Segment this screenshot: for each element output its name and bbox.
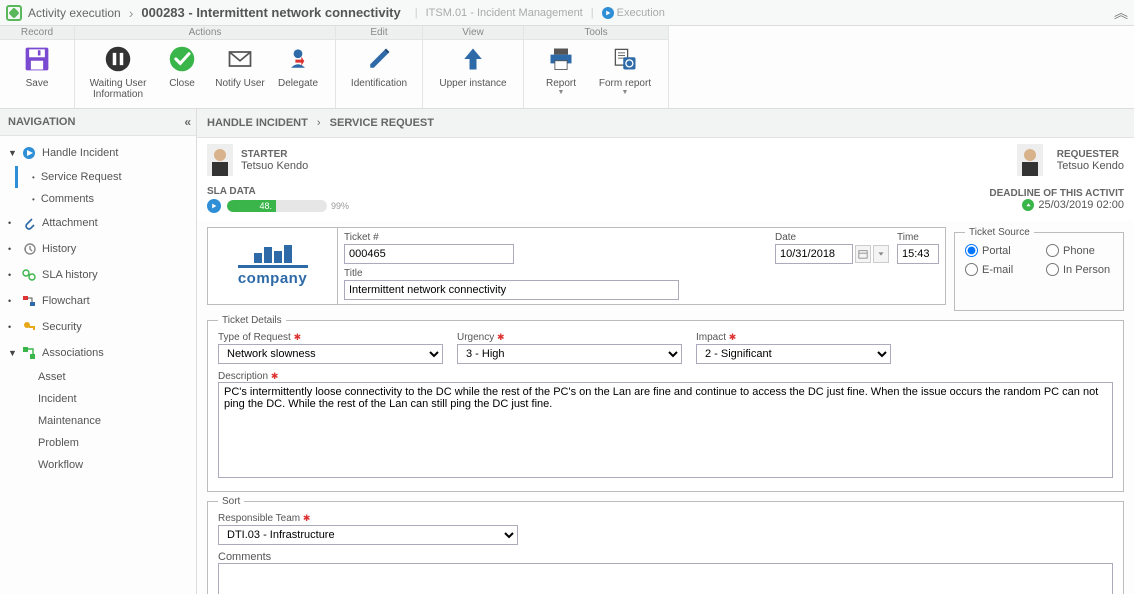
calendar-icon[interactable]: [855, 245, 871, 263]
nav-sla-history[interactable]: • SLA history: [0, 262, 196, 288]
requester-avatar: [1017, 144, 1043, 176]
group-tools: Tools: [524, 26, 668, 40]
urgency-select[interactable]: 3 - High: [457, 344, 682, 364]
nav-incident[interactable]: Incident: [26, 388, 196, 410]
source-email[interactable]: E-mail: [965, 263, 1032, 276]
flowchart-icon: [22, 294, 36, 308]
source-portal[interactable]: Portal: [965, 244, 1032, 257]
date-dropdown-icon[interactable]: [873, 245, 889, 263]
sla-pct-in: 48.: [259, 200, 272, 212]
associations-icon: [22, 346, 36, 360]
paperclip-icon: [22, 216, 36, 230]
check-circle-icon: [167, 44, 197, 74]
ticket-input[interactable]: [344, 244, 514, 264]
delegate-button[interactable]: Delegate: [269, 44, 327, 89]
pencil-icon: [364, 44, 394, 74]
collapse-double-up-icon[interactable]: ︽: [1114, 3, 1128, 23]
nav-service-request[interactable]: •Service Request: [15, 166, 196, 188]
arrow-up-icon: [458, 44, 488, 74]
group-actions: Actions: [75, 26, 335, 40]
report-button[interactable]: Report ▼: [532, 44, 590, 96]
ticket-details-group: Ticket Details Type of Request ✱ Network…: [207, 315, 1124, 492]
nav-asset[interactable]: Asset: [26, 366, 196, 388]
source-phone[interactable]: Phone: [1046, 244, 1113, 257]
starter-avatar: [207, 144, 233, 176]
nav-attachment[interactable]: • Attachment: [0, 210, 196, 236]
nav-comments[interactable]: •Comments: [26, 188, 196, 210]
comments-textarea[interactable]: [218, 563, 1113, 594]
group-view: View: [423, 26, 523, 40]
sla-progress-bar: 48.: [227, 200, 327, 212]
nav-security[interactable]: • Security: [0, 314, 196, 340]
sla-label: SLA DATA: [207, 186, 343, 197]
play-icon: [602, 7, 614, 19]
app-name: Activity execution: [28, 6, 121, 20]
nav-flowchart[interactable]: • Flowchart: [0, 288, 196, 314]
envelope-icon: [225, 44, 255, 74]
save-icon: [22, 44, 52, 74]
sort-group: Sort Responsible Team ✱ DTI.03 - Infrast…: [207, 496, 1124, 594]
deadline-label: DEADLINE OF THIS ACTIVIT: [989, 188, 1124, 199]
requester-label: REQUESTER: [1057, 149, 1124, 160]
breadcrumb-1[interactable]: HANDLE INCIDENT: [207, 117, 308, 129]
save-button[interactable]: Save: [8, 44, 66, 89]
up-circle-icon: [1022, 199, 1034, 211]
date-label: Date: [775, 232, 889, 243]
waiting-user-button[interactable]: Waiting User Information: [83, 44, 153, 100]
play-icon[interactable]: [207, 199, 221, 213]
upper-instance-button[interactable]: Upper instance: [431, 44, 515, 89]
phase-label: Execution: [617, 7, 665, 19]
delegate-icon: [283, 44, 313, 74]
time-input[interactable]: [897, 244, 939, 264]
identification-button[interactable]: Identification: [344, 44, 414, 89]
deadline-value: 25/03/2019 02:00: [1038, 199, 1124, 211]
nav-workflow[interactable]: Workflow: [26, 454, 196, 476]
printer-icon: [546, 44, 576, 74]
starter-label: STARTER: [241, 149, 308, 160]
history-icon: [22, 242, 36, 256]
play-circle-icon: [22, 146, 36, 160]
chevron-right-icon: ›: [317, 117, 321, 129]
team-select[interactable]: DTI.03 - Infrastructure: [218, 525, 518, 545]
nav-title: NAVIGATION: [8, 116, 75, 128]
page-title: 000283 - Intermittent network connectivi…: [141, 5, 400, 20]
form-report-button[interactable]: Form report ▼: [590, 44, 660, 96]
key-icon: [22, 320, 36, 334]
title-label: Title: [344, 268, 939, 279]
ticket-label: Ticket #: [344, 232, 767, 243]
collapse-left-icon[interactable]: «: [184, 115, 188, 129]
group-record: Record: [0, 26, 74, 40]
sla-icon: [22, 268, 36, 282]
nav-maintenance[interactable]: Maintenance: [26, 410, 196, 432]
close-button[interactable]: Close: [153, 44, 211, 89]
form-report-icon: [610, 44, 640, 74]
source-inperson[interactable]: In Person: [1046, 263, 1113, 276]
title-input[interactable]: [344, 280, 679, 300]
ticket-source-group: Ticket Source Portal Phone E-mail In Per…: [954, 227, 1124, 311]
process-name: ITSM.01 - Incident Management: [426, 7, 583, 19]
time-label: Time: [897, 232, 939, 243]
nav-problem[interactable]: Problem: [26, 432, 196, 454]
type-select[interactable]: Network slowness: [218, 344, 443, 364]
company-logo: company: [208, 228, 338, 304]
starter-name: Tetsuo Kendo: [241, 160, 308, 172]
nav-associations[interactable]: ▼ Associations: [0, 340, 196, 366]
pause-icon: [103, 44, 133, 74]
sla-pct-out: 99%: [331, 201, 349, 211]
group-edit: Edit: [336, 26, 422, 40]
requester-name: Tetsuo Kendo: [1057, 160, 1124, 172]
description-textarea[interactable]: [218, 382, 1113, 478]
app-icon: [6, 5, 22, 21]
nav-handle-incident[interactable]: ▼ Handle Incident: [0, 140, 196, 166]
nav-history[interactable]: • History: [0, 236, 196, 262]
date-input[interactable]: [775, 244, 853, 264]
chevron-right-icon: ›: [129, 5, 134, 21]
breadcrumb-2[interactable]: SERVICE REQUEST: [330, 117, 434, 129]
notify-user-button[interactable]: Notify User: [211, 44, 269, 89]
impact-select[interactable]: 2 - Significant: [696, 344, 891, 364]
